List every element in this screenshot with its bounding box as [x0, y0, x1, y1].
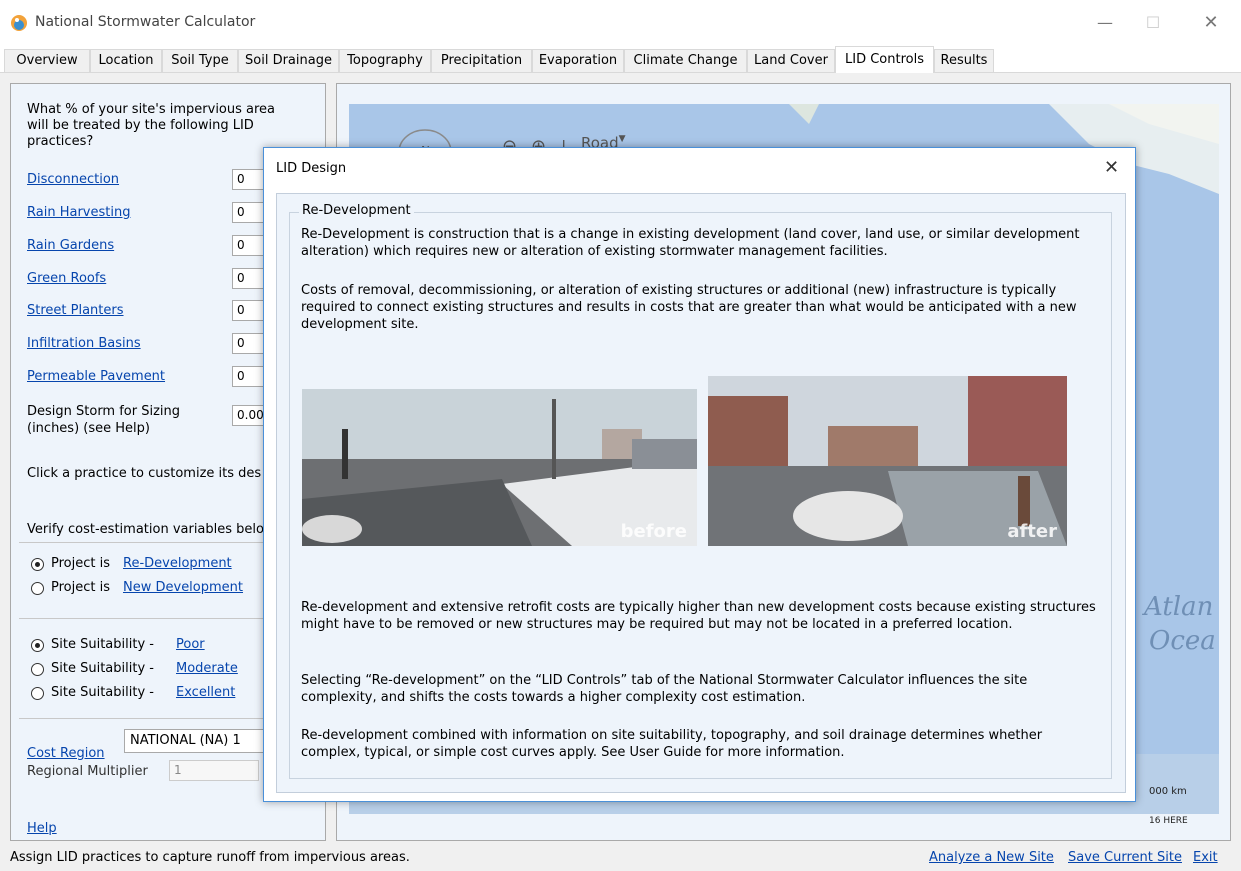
- title-bar: National Stormwater Calculator — ☐ ✕: [0, 0, 1241, 46]
- suitability-excellent-radio[interactable]: [31, 687, 44, 700]
- suitability-prefix-2: Site Suitability -: [51, 661, 154, 676]
- tab-lid-controls[interactable]: LID Controls: [835, 46, 934, 74]
- suitability-excellent-link[interactable]: Excellent: [176, 685, 235, 700]
- after-photo: after: [708, 376, 1067, 546]
- after-label: after: [1007, 521, 1057, 542]
- paragraph-4: Selecting “Re-development” on the “LID C…: [301, 673, 1028, 705]
- design-storm-label-1: Design Storm for Sizing: [27, 404, 181, 419]
- question-line-3: practices?: [27, 134, 94, 149]
- project-new-development-radio[interactable]: [31, 582, 44, 595]
- analyze-new-site-link[interactable]: Analyze a New Site: [929, 850, 1054, 865]
- practice-link-permeable-pavement[interactable]: Permeable Pavement: [27, 369, 165, 384]
- practice-link-street-planters[interactable]: Street Planters: [27, 303, 124, 318]
- project-redevelopment-radio[interactable]: [31, 558, 44, 571]
- tab-overview[interactable]: Overview: [4, 49, 90, 72]
- practice-link-disconnection[interactable]: Disconnection: [27, 172, 119, 187]
- suitability-prefix-1: Site Suitability -: [51, 637, 154, 652]
- window-title: National Stormwater Calculator: [35, 14, 256, 30]
- question-line-2: will be treated by the following LID: [27, 118, 254, 133]
- new-development-link[interactable]: New Development: [123, 580, 243, 595]
- lid-design-dialog: LID Design ✕ Re-Development Re-Developme…: [263, 147, 1136, 802]
- paragraph-1: Re-Development is construction that is a…: [301, 227, 1080, 259]
- customize-hint: Click a practice to customize its des: [27, 466, 262, 481]
- tab-climate-change[interactable]: Climate Change: [624, 49, 747, 72]
- tab-land-cover[interactable]: Land Cover: [747, 49, 835, 72]
- project-prefix-2: Project is: [51, 580, 110, 595]
- dropdown-caret-icon: ▼: [618, 134, 626, 144]
- dialog-close-button[interactable]: ✕: [1104, 157, 1119, 178]
- close-window-button[interactable]: ✕: [1191, 8, 1231, 38]
- tab-soil-type[interactable]: Soil Type: [162, 49, 238, 72]
- help-link[interactable]: Help: [27, 821, 57, 836]
- minimize-button[interactable]: —: [1085, 8, 1125, 38]
- before-photo: before: [302, 389, 697, 546]
- exit-link[interactable]: Exit: [1193, 850, 1218, 865]
- status-bar: Assign LID practices to capture runoff f…: [0, 845, 1241, 871]
- dialog-title: LID Design: [276, 161, 347, 176]
- regional-multiplier-label: Regional Multiplier: [27, 764, 148, 779]
- dialog-body: Re-Development Re-Development is constru…: [276, 193, 1126, 793]
- question-line-1: What % of your site's impervious area: [27, 102, 276, 117]
- map-scale: 000 km: [1149, 786, 1187, 797]
- regional-multiplier-input: 1: [169, 760, 259, 781]
- section-title: Re-Development: [299, 203, 414, 218]
- redevelopment-link[interactable]: Re-Development: [123, 556, 232, 571]
- tab-location[interactable]: Location: [90, 49, 162, 72]
- design-storm-label-2: (inches) (see Help): [27, 421, 150, 436]
- paragraph-5: Re-development combined with information…: [301, 728, 1043, 760]
- practice-link-infiltration-basins[interactable]: Infiltration Basins: [27, 336, 141, 351]
- practice-link-rain-gardens[interactable]: Rain Gardens: [27, 238, 114, 253]
- verify-cost-text: Verify cost-estimation variables belo: [27, 522, 264, 537]
- suitability-moderate-radio[interactable]: [31, 663, 44, 676]
- tab-precipitation[interactable]: Precipitation: [431, 49, 532, 72]
- save-current-site-link[interactable]: Save Current Site: [1068, 850, 1182, 865]
- suitability-moderate-link[interactable]: Moderate: [176, 661, 238, 676]
- tab-soil-drainage[interactable]: Soil Drainage: [238, 49, 339, 72]
- ocean-label-2: Ocea: [1149, 626, 1216, 656]
- before-label: before: [620, 521, 687, 542]
- map-copyright: 16 HERE: [1149, 816, 1188, 826]
- tab-evaporation[interactable]: Evaporation: [532, 49, 624, 72]
- suitability-poor-link[interactable]: Poor: [176, 637, 205, 652]
- suitability-prefix-3: Site Suitability -: [51, 685, 154, 700]
- ocean-label-1: Atlan: [1144, 592, 1214, 622]
- paragraph-3: Re-development and extensive retrofit co…: [301, 600, 1096, 632]
- status-message: Assign LID practices to capture runoff f…: [10, 850, 410, 865]
- cost-region-link[interactable]: Cost Region: [27, 746, 105, 761]
- practice-link-green-roofs[interactable]: Green Roofs: [27, 271, 106, 286]
- maximize-button[interactable]: ☐: [1133, 8, 1173, 38]
- suitability-poor-radio[interactable]: [31, 639, 44, 652]
- tab-results[interactable]: Results: [934, 49, 994, 72]
- cost-region-select[interactable]: NATIONAL (NA) 1: [124, 729, 264, 753]
- app-icon: [11, 15, 27, 31]
- paragraph-2: Costs of removal, decommissioning, or al…: [301, 283, 1077, 332]
- project-prefix-1: Project is: [51, 556, 110, 571]
- practice-link-rain-harvesting[interactable]: Rain Harvesting: [27, 205, 130, 220]
- tab-bar: Overview Location Soil Type Soil Drainag…: [0, 46, 1241, 74]
- tab-topography[interactable]: Topography: [339, 49, 431, 72]
